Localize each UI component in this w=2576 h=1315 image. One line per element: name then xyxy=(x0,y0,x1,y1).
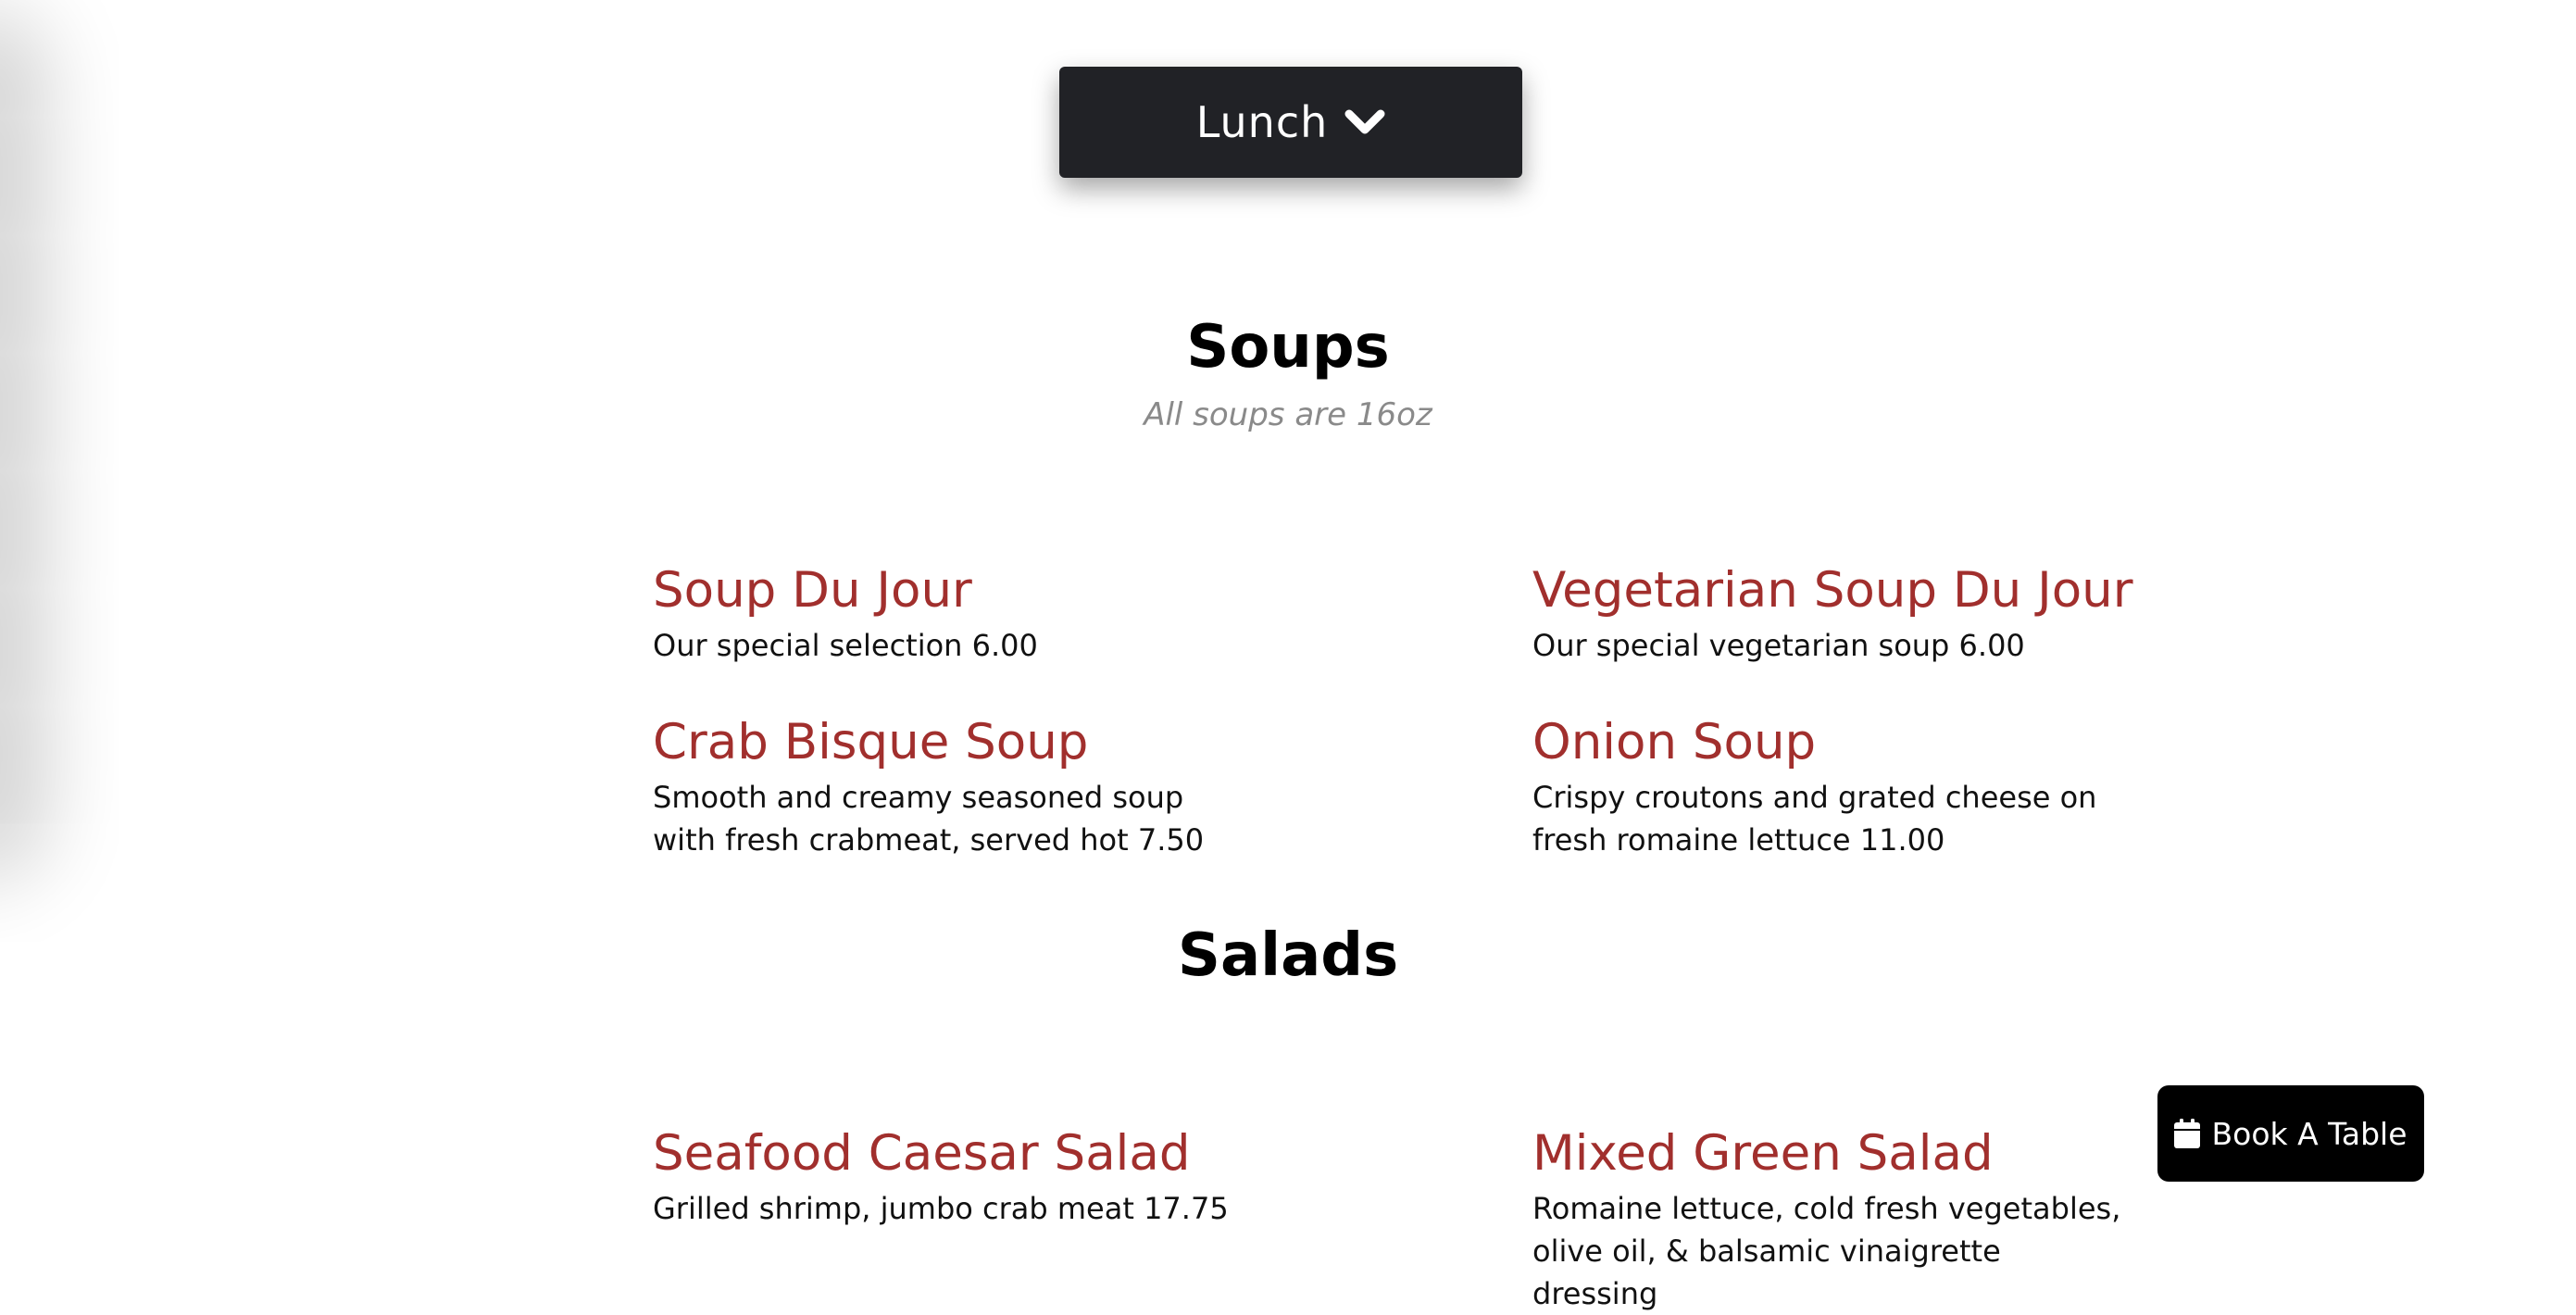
menu-item: Crab Bisque Soup Smooth and creamy seaso… xyxy=(653,713,1245,861)
menu-item: Vegetarian Soup Du Jour Our special vege… xyxy=(1532,561,2133,667)
menu-item-description: Romaine lettuce, cold fresh vegetables, … xyxy=(1532,1191,2121,1311)
section-subtitle-soups: All soups are 16oz xyxy=(1144,396,1432,433)
menu-item: Onion Soup Crispy croutons and grated ch… xyxy=(1532,713,2125,861)
menu-item-name: Seafood Caesar Salad xyxy=(653,1125,1191,1182)
menu-item-description: Our special selection 6.00 xyxy=(653,628,1038,663)
menu-item-name: Crab Bisque Soup xyxy=(653,714,1089,770)
menu-type-dropdown[interactable]: Lunch xyxy=(1059,67,1522,178)
menu-item-description: Smooth and creamy seasoned soup with fre… xyxy=(653,780,1205,858)
section-title-salads: Salads xyxy=(1177,921,1399,990)
menu-type-label: Lunch xyxy=(1195,97,1329,147)
calendar-icon xyxy=(2174,1119,2202,1148)
section-title-soups: Soups xyxy=(1186,313,1390,382)
book-a-table-button[interactable]: Book A Table xyxy=(2157,1085,2424,1182)
chevron-down-icon xyxy=(1344,102,1385,143)
book-a-table-label: Book A Table xyxy=(2211,1115,2407,1152)
menu-item-name: Soup Du Jour xyxy=(653,562,972,619)
menu-item-description: Our special vegetarian soup 6.00 xyxy=(1532,628,2025,663)
menu-item-name: Mixed Green Salad xyxy=(1532,1125,1994,1182)
menu-item-description: Crispy croutons and grated cheese on fre… xyxy=(1532,780,2097,858)
menu-item-name: Vegetarian Soup Du Jour xyxy=(1532,562,2133,619)
menu-item: Soup Du Jour Our special selection 6.00 xyxy=(653,561,1245,667)
menu-item-name: Onion Soup xyxy=(1532,714,1817,770)
menu-item: Seafood Caesar Salad Grilled shrimp, jum… xyxy=(653,1124,1245,1230)
menu-item: Mixed Green Salad Romaine lettuce, cold … xyxy=(1532,1124,2125,1315)
menu-item-description: Grilled shrimp, jumbo crab meat 17.75 xyxy=(653,1191,1229,1226)
